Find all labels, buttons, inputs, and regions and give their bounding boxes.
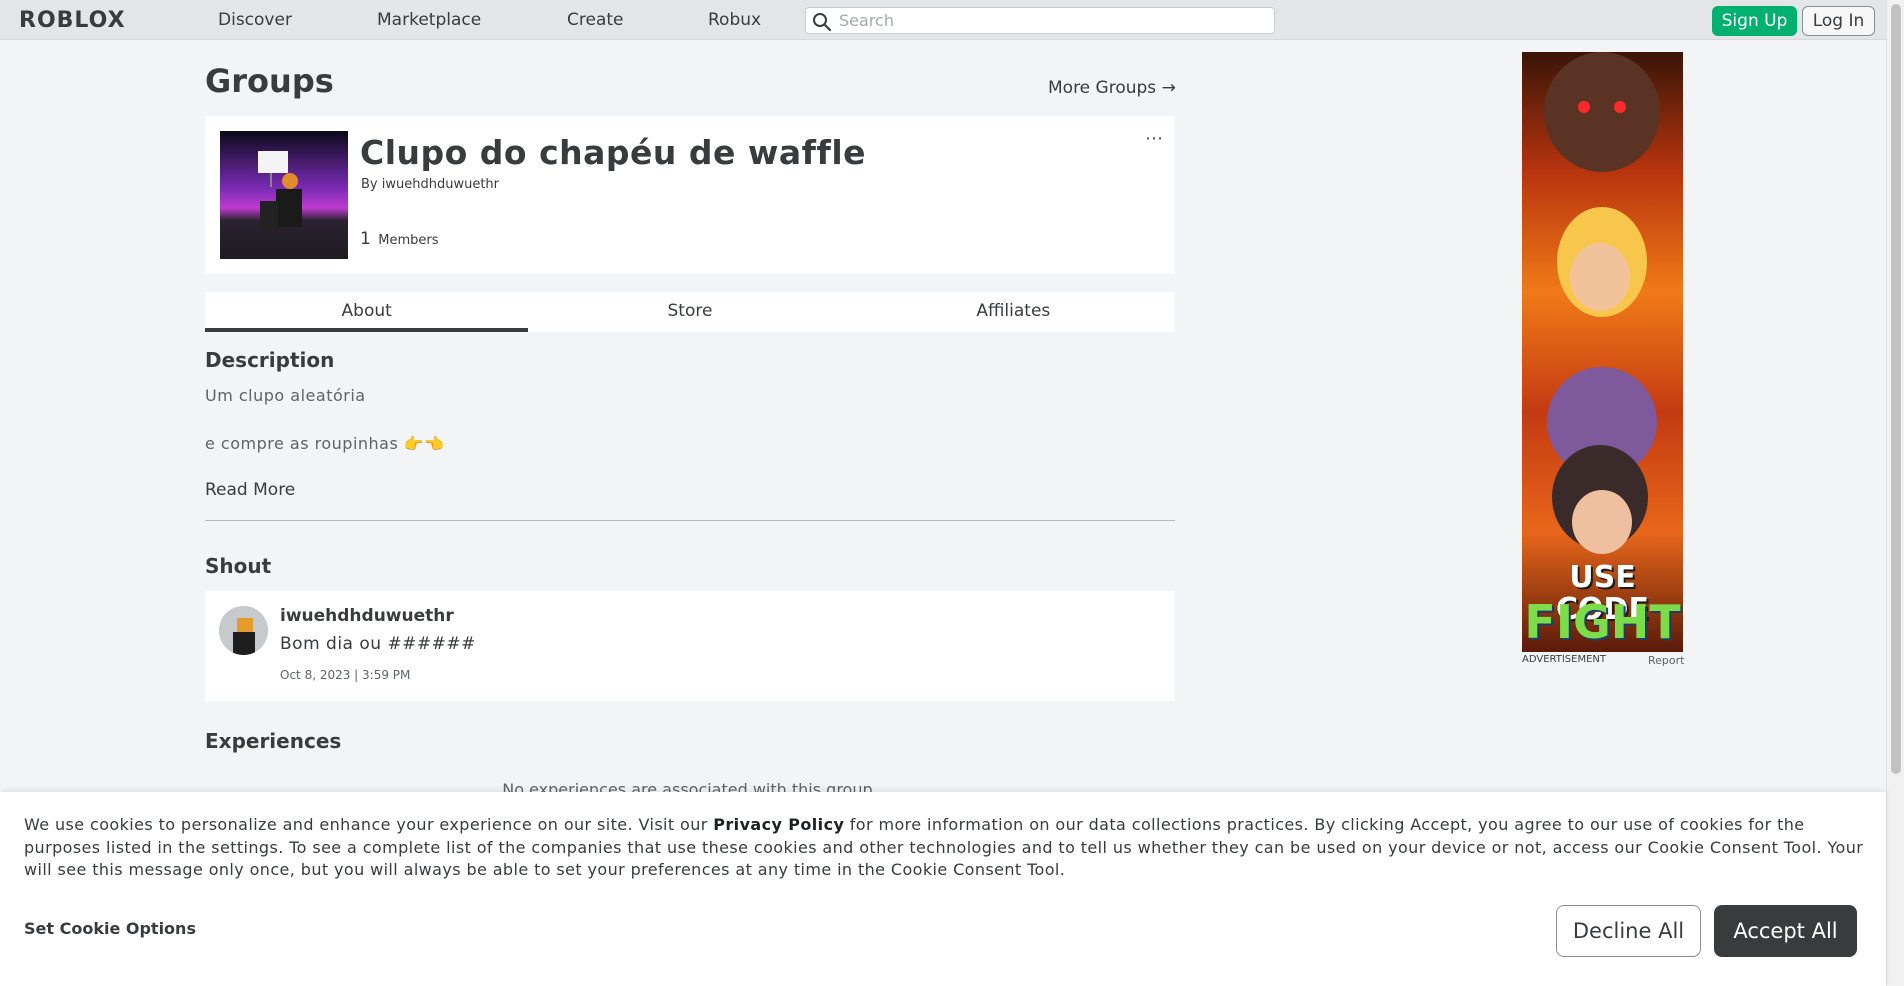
page-title: Groups xyxy=(205,62,334,100)
nav-discover[interactable]: Discover xyxy=(218,10,292,30)
group-name: Clupo do chapéu de waffle xyxy=(360,133,867,172)
cookie-consent-banner: We use cookies to personalize and enhanc… xyxy=(0,792,1886,986)
group-header-card: Clupo do chapéu de waffle By iwuehdhduwu… xyxy=(205,116,1175,274)
member-count-value: 1 xyxy=(360,229,371,249)
shout-title: Shout xyxy=(205,554,272,578)
shout-username[interactable]: iwuehdhduwuethr xyxy=(280,606,454,626)
scrollbar-thumb[interactable] xyxy=(1891,4,1901,774)
description-line-1: Um clupo aleatória xyxy=(205,386,366,405)
description-title: Description xyxy=(205,348,335,372)
section-divider xyxy=(205,520,1175,521)
more-groups-link[interactable]: More Groups → xyxy=(1048,78,1176,98)
group-owner[interactable]: By iwuehdhduwuethr xyxy=(361,177,499,192)
accept-all-button[interactable]: Accept All xyxy=(1714,905,1857,957)
avatar[interactable] xyxy=(219,606,268,655)
experiences-title: Experiences xyxy=(205,729,342,753)
tab-affiliates[interactable]: Affiliates xyxy=(852,292,1175,332)
ad-code-word: FIGHT xyxy=(1524,595,1681,649)
cookie-message: We use cookies to personalize and enhanc… xyxy=(24,814,1874,882)
group-emblem xyxy=(220,131,348,259)
group-tabs: About Store Affiliates xyxy=(205,292,1175,332)
tab-store[interactable]: Store xyxy=(528,292,851,332)
cookie-text-start: We use cookies to personalize and enhanc… xyxy=(24,815,714,834)
privacy-policy-link[interactable]: Privacy Policy xyxy=(713,815,844,834)
top-navigation: ROBLOX Discover Marketplace Create Robux… xyxy=(0,0,1886,40)
tab-about[interactable]: About xyxy=(205,292,529,332)
advertisement-banner[interactable]: USE CODE FIGHT xyxy=(1522,52,1683,652)
roblox-logo[interactable]: ROBLOX xyxy=(19,8,126,33)
nav-create[interactable]: Create xyxy=(567,10,624,30)
shout-timestamp: Oct 8, 2023 | 3:59 PM xyxy=(280,668,411,682)
shout-card: iwuehdhduwuethr Bom dia ou ###### Oct 8,… xyxy=(205,591,1175,701)
member-count-label: Members xyxy=(378,233,439,248)
decline-all-button[interactable]: Decline All xyxy=(1556,905,1701,957)
member-count: 1 Members xyxy=(360,229,438,249)
sign-up-button[interactable]: Sign Up xyxy=(1712,6,1797,36)
nav-robux[interactable]: Robux xyxy=(708,10,761,30)
description-line-2: e compre as roupinhas 👉👈 xyxy=(205,434,445,453)
ad-report-link[interactable]: Report xyxy=(1648,654,1684,667)
more-options-icon[interactable]: ⋯ xyxy=(1145,128,1163,149)
shout-message: Bom dia ou ###### xyxy=(280,634,476,654)
nav-marketplace[interactable]: Marketplace xyxy=(377,10,481,30)
log-in-button[interactable]: Log In xyxy=(1802,6,1875,36)
search-input[interactable] xyxy=(839,10,1259,30)
set-cookie-options-link[interactable]: Set Cookie Options xyxy=(24,919,196,938)
page-scrollbar[interactable] xyxy=(1886,0,1904,986)
search-icon xyxy=(813,13,832,32)
read-more-link[interactable]: Read More xyxy=(205,480,295,500)
search-box[interactable] xyxy=(805,7,1275,34)
advertisement-label: ADVERTISEMENT xyxy=(1522,654,1607,665)
